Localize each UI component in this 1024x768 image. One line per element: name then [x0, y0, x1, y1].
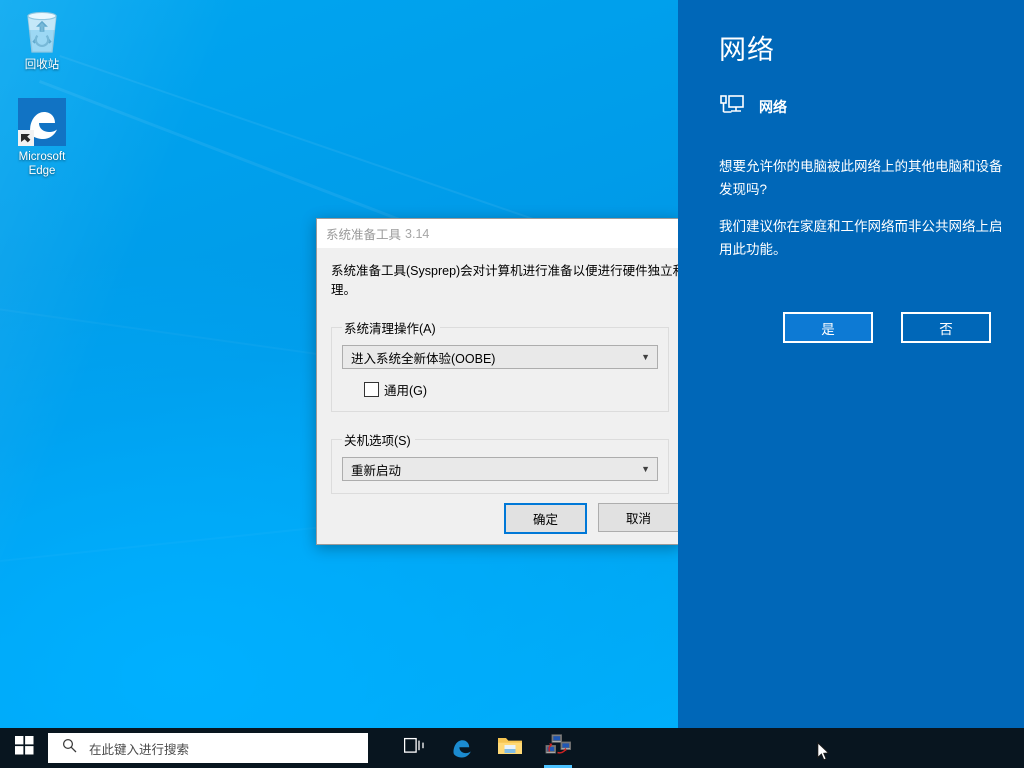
- taskbar: 在此键入进行搜索: [0, 728, 1024, 768]
- start-button[interactable]: [0, 728, 48, 768]
- network-panel-title: 网络: [719, 35, 775, 65]
- shutdown-option-value: 重新启动: [351, 463, 402, 478]
- taskbar-item-file-explorer[interactable]: [486, 728, 534, 768]
- dialog-button-row: 确定 取消: [317, 503, 679, 534]
- generalize-checkbox-label: 通用(G): [384, 384, 428, 398]
- network-section-header: 网络: [719, 94, 787, 119]
- search-icon: [62, 738, 77, 758]
- edge-icon: [4, 98, 80, 146]
- dialog-titlebar[interactable]: 系统准备工具 3.14: [317, 219, 679, 249]
- chevron-down-icon: ▼: [641, 463, 650, 474]
- generalize-checkbox-row[interactable]: 通用(G): [364, 380, 658, 399]
- chevron-down-icon: ▼: [641, 351, 650, 362]
- network-recommendation-text: 我们建议你在家庭和工作网络而非公共网络上启用此功能。: [719, 219, 1003, 257]
- sysprep-network-icon: [545, 733, 571, 763]
- network-section-label: 网络: [759, 98, 787, 115]
- cancel-button[interactable]: 取消: [598, 503, 679, 532]
- desktop-icon-recycle-bin[interactable]: 回收站: [4, 6, 80, 72]
- network-question-text: 想要允许你的电脑被此网络上的其他电脑和设备发现吗?: [719, 159, 1003, 197]
- dialog-body: 系统准备工具(Sysprep)会对计算机进行准备以便进行硬件独立和清 理。 系统…: [317, 249, 679, 494]
- folder-icon: [497, 735, 523, 762]
- shutdown-option-legend: 关机选项(S): [344, 434, 411, 448]
- cleanup-action-group: 系统清理操作(A) 进入系统全新体验(OOBE) ▼ 通用(G): [331, 318, 669, 412]
- network-flyout-panel: 网络 网络 想要允许你的电脑被此网络上的其他电脑和设备发现吗? 我们建议你在家庭…: [678, 0, 1024, 728]
- cleanup-action-legend: 系统清理操作(A): [344, 322, 436, 336]
- network-computer-icon: [719, 94, 745, 119]
- desktop-icon-label-line2: Edge: [28, 165, 56, 177]
- dialog-description-line1: 系统准备工具(Sysprep)会对计算机进行准备以便进行硬件独立和清: [331, 264, 680, 278]
- generalize-checkbox[interactable]: [364, 382, 379, 397]
- mouse-pointer: [817, 741, 831, 767]
- taskbar-item-task-view[interactable]: [390, 728, 438, 768]
- taskbar-item-sysprep[interactable]: [534, 728, 582, 768]
- ok-button[interactable]: 确定: [504, 503, 587, 534]
- cleanup-action-dropdown[interactable]: 进入系统全新体验(OOBE) ▼: [342, 345, 658, 369]
- network-yes-button[interactable]: 是: [783, 312, 873, 343]
- shutdown-option-dropdown[interactable]: 重新启动 ▼: [342, 457, 658, 481]
- search-placeholder: 在此键入进行搜索: [89, 742, 190, 757]
- windows-logo-icon: [14, 736, 34, 760]
- task-view-icon: [403, 737, 425, 759]
- desktop-icon-microsoft-edge[interactable]: Microsoft Edge: [4, 98, 80, 178]
- dialog-title: 系统准备工具: [326, 228, 402, 242]
- dialog-version: 3.14: [405, 226, 430, 241]
- dialog-description-line2: 理。: [331, 283, 357, 297]
- recycle-bin-icon: [4, 6, 80, 54]
- desktop-icon-label-line1: Microsoft: [18, 151, 66, 163]
- search-input[interactable]: 在此键入进行搜索: [48, 733, 368, 763]
- edge-icon: [449, 733, 475, 764]
- cleanup-action-value: 进入系统全新体验(OOBE): [351, 351, 496, 366]
- network-no-button[interactable]: 否: [901, 312, 991, 343]
- shutdown-option-group: 关机选项(S) 重新启动 ▼: [331, 430, 669, 494]
- taskbar-item-microsoft-edge[interactable]: [438, 728, 486, 768]
- desktop-icon-label: 回收站: [24, 59, 60, 71]
- network-button-row: 是 否: [783, 312, 991, 343]
- sysprep-dialog[interactable]: 系统准备工具 3.14 系统准备工具(Sysprep)会对计算机进行准备以便进行…: [316, 218, 680, 545]
